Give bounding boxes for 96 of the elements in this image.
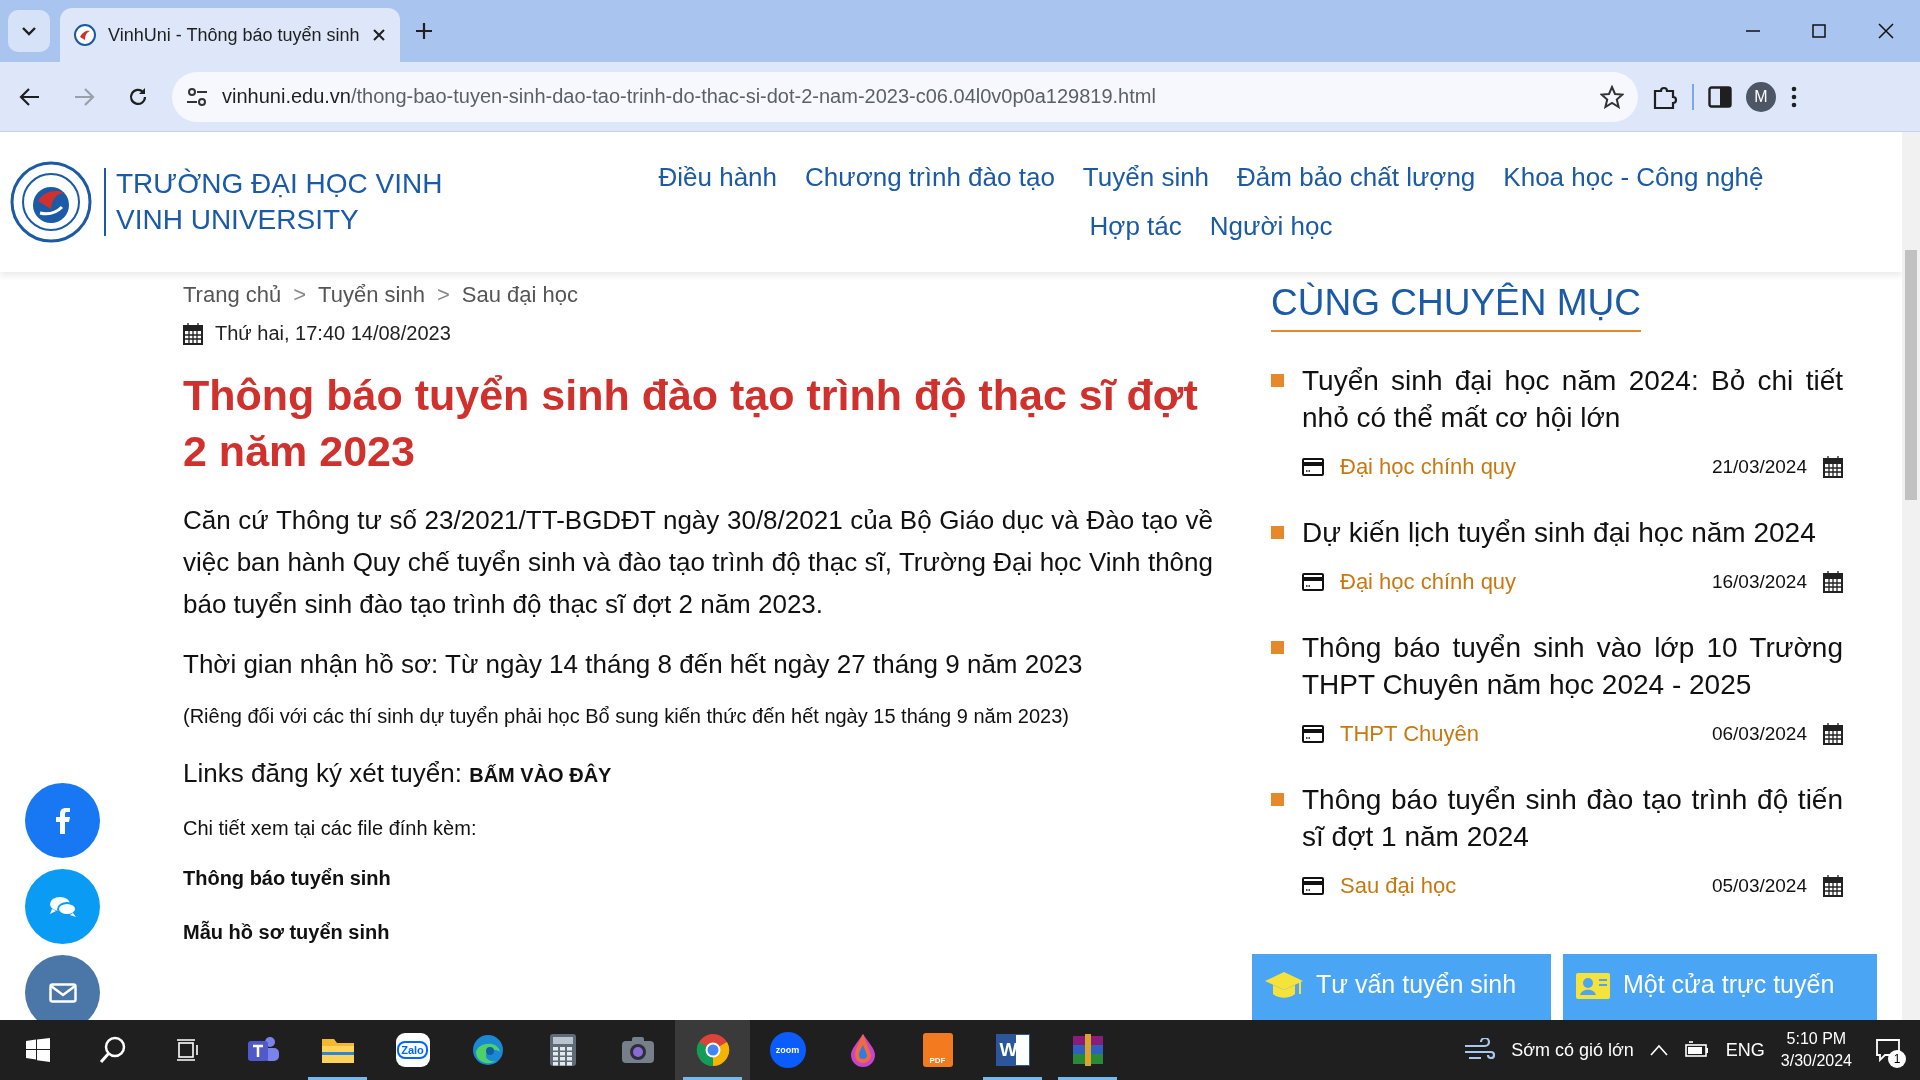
browser-icon [695,1033,730,1067]
bullet-icon [1271,374,1284,387]
article-paragraph: Chi tiết xem tại các file đính kèm: [183,816,478,841]
nav-link[interactable]: Tuyển sinh [1082,162,1210,193]
article-paragraph: (Riêng đối với các thí sinh dự tuyển phải học Bổ sung kiến thức đến hết ngày 15 tháng 9 năm 2023) [183,704,1070,729]
star-icon[interactable] [1600,84,1624,109]
breadcrumb-link[interactable]: Trang chủ [183,282,282,308]
breadcrumb-separator: > [293,282,307,308]
attachment-heading: Mẫu hồ sơ tuyển sinh [183,919,391,945]
related-article-link[interactable]: Thông báo tuyển sinh đào tạo trình độ tiến sĩ đợt 1 năm 2024 [1302,781,1843,855]
browser-tab[interactable]: VinhUni - Thông báo tuyển sinh [60,8,400,62]
taskbar-app[interactable] [675,1020,750,1080]
post-date: 16/03/2024 [1711,571,1807,593]
bullet-icon [1271,526,1284,539]
side-panel-icon[interactable] [1708,85,1732,108]
facebook-icon [55,807,70,834]
language-indicator[interactable]: ENG [1725,1039,1765,1061]
breadcrumb-link[interactable]: Sau đại học [461,282,578,308]
document-icon: W [995,1034,1030,1066]
calculator-icon [549,1034,576,1066]
clock[interactable]: 5:10 PM 3/30/2024 [1780,1028,1852,1072]
calendar-icon [1823,723,1843,745]
university-name: TRƯỜNG ĐẠI HỌC VINH [116,168,443,200]
forward-arrow-icon [73,85,95,108]
back-arrow-icon [19,85,41,108]
scrollbar[interactable] [1902,132,1920,1020]
nav-link[interactable]: Chương trình đào tạo [805,162,1055,193]
droplet-icon [848,1033,877,1067]
chat-app-icon: Zalo [395,1033,430,1067]
university-name: VINH UNIVERSITY [116,204,360,236]
notification-button[interactable]: 1 [1868,1030,1908,1070]
register-link[interactable]: BẤM VÀO ĐÂY [469,764,612,786]
graduation-cap-icon [1264,970,1304,1000]
crest-icon [74,24,96,46]
nav-link[interactable]: Đảm bảo chất lượng [1237,162,1476,193]
breadcrumb-separator: > [436,282,450,308]
post-date: Thứ hai, 17:40 14/08/2023 [215,322,451,345]
card-icon [1302,458,1324,476]
link-label: Links đăng ký xét tuyển: [183,758,462,788]
menu-icon[interactable] [1790,84,1798,109]
nav-link[interactable]: Khoa học - Công nghệ [1503,162,1764,193]
mail-button[interactable] [25,955,100,1020]
post-date: 21/03/2024 [1711,456,1807,478]
article-paragraph: Thời gian nhận hồ sơ: Từ ngày 14 tháng 8 đến hết ngày 27 tháng 9 năm 2023 [183,648,1084,681]
related-article-link[interactable]: Thông báo tuyển sinh vào lớp 10 Trường THPT Chuyên năm học 2024 - 2025 [1302,629,1843,703]
article-title: Thông báo tuyển sinh đào tạo trình độ thạc sĩ đợt 2 năm 2023 [183,370,1199,477]
article-paragraph: Căn cứ Thông tư số 23/2021/TT-BGDĐT ngày 30/8/2021 của Bộ Giáo dục và Đào tạo về việc ban hành Quy chế tuyển sinh và đào tạo trình độ thạc sĩ, Trường Đại học Vinh thông báo tuyển sinh đào tạo trình độ thạc sĩ đợt 2 năm 2023. [183,504,1213,621]
chat-icon [48,895,77,918]
notification-count: 1 [1888,1050,1906,1068]
breadcrumb-link[interactable]: Tuyển sinh [318,282,425,308]
wave-icon [471,1034,504,1066]
taskbar-app[interactable]: zoom [750,1020,825,1080]
camera-icon [620,1036,655,1064]
pdf-icon: PDF [922,1033,953,1067]
chevron-up-icon[interactable] [1649,1044,1668,1056]
calendar-icon [1823,875,1843,897]
post-date: 05/03/2024 [1711,875,1807,897]
mail-icon [48,982,77,1003]
card-icon [1302,725,1324,743]
profile-avatar[interactable]: M [1746,81,1776,112]
related-article-link[interactable]: Dự kiến lịch tuyển sinh đại học năm 2024 [1302,514,1843,551]
new-tab-icon[interactable] [414,21,434,41]
tab-search-button[interactable] [8,10,50,52]
address-bar[interactable]: vinhuni.edu.vn/thong-bao-tuyen-sinh-dao-tao-trinh-do-thac-si-dot-2-nam-2023-c06.04l0v0p0a129819.html [172,71,1638,122]
nav-link[interactable]: Điều hành [658,162,777,193]
attachment-heading: Thông báo tuyển sinh [183,866,392,891]
nav-link[interactable]: Người học [1209,211,1333,242]
task-view-icon [175,1038,200,1062]
battery-icon[interactable] [1683,1041,1710,1059]
taskbar-app[interactable]: W [975,1020,1050,1080]
calendar-icon [1823,571,1843,593]
post-date: 06/03/2024 [1711,723,1807,745]
search-icon [98,1036,127,1064]
card-icon [1302,877,1324,895]
windows-icon [25,1038,50,1062]
video-app-icon: zoom [769,1032,806,1068]
chevron-down-icon [22,26,36,36]
calendar-icon [1823,456,1843,478]
wind-icon [1463,1038,1496,1062]
id-card-icon [1575,970,1611,1000]
weather-text[interactable]: Sớm có gió lớn [1511,1039,1634,1061]
speech-bubble-icon [1875,1038,1901,1062]
close-icon[interactable] [372,28,386,42]
card-icon [1302,573,1324,591]
related-article-link[interactable]: Tuyển sinh đại học năm 2024: Bỏ chi tiết nhỏ có thể mất cơ hội lớn [1302,362,1843,436]
section-heading: CÙNG CHUYÊN MỤC [1271,282,1641,332]
calendar-icon [183,322,203,345]
bullet-icon [1271,641,1284,654]
site-settings-icon [186,87,208,106]
nav-link[interactable]: Hợp tác [1089,211,1182,242]
folder-icon [320,1036,355,1064]
bullet-icon [1271,793,1284,806]
tab-title: VinhUni - Thông báo tuyển sinh [108,24,360,46]
taskbar-app[interactable]: Zalo [375,1020,450,1080]
archive-icon [1070,1034,1105,1066]
url-text: vinhuni.edu.vn/thong-bao-tuyen-sinh-dao-tao-trinh-do-thac-si-dot-2-nam-2023-c06.04l0v0p0a129819.html [222,85,1157,108]
